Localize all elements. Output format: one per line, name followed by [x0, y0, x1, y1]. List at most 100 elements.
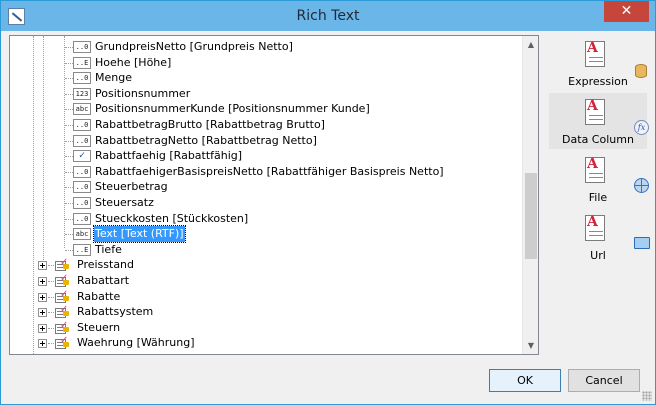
table-label: Rabattart: [77, 274, 130, 287]
field-row[interactable]: ..E Tiefe: [10, 242, 510, 258]
url-button[interactable]: A Url: [549, 209, 650, 265]
cancel-button[interactable]: Cancel: [568, 369, 640, 392]
tree-guide-line: [48, 296, 54, 298]
field-row[interactable]: 123 Positionsnummer: [10, 86, 510, 102]
tree-guide-line: [65, 156, 73, 158]
tree-guide-line: [48, 265, 54, 267]
tree-guide-line: [65, 140, 73, 142]
field-type-icon: ..0: [73, 181, 91, 194]
source-type-sidebar: A Expression Afx Data Column A File A Ur…: [549, 35, 650, 275]
resize-grip[interactable]: [642, 391, 652, 401]
scroll-thumb[interactable]: [525, 173, 537, 259]
field-type-icon: ..0: [73, 165, 91, 178]
field-row[interactable]: abc Text [Text (RTF)]: [10, 225, 510, 244]
field-type-icon: ..0: [73, 41, 91, 53]
tree-guide-line: [65, 109, 73, 111]
data-column-icon: Afx: [585, 99, 649, 135]
title-bar[interactable]: Rich Text ✕: [1, 1, 655, 31]
table-row[interactable]: ✓ Rabattsystem: [10, 304, 510, 320]
file-icon: A: [585, 157, 649, 193]
field-label: RabattbetragNetto [Rabattbetrag Netto]: [95, 133, 317, 147]
field-row[interactable]: ..0 RabattbetragBrutto [Rabattbetrag Brut…: [10, 117, 510, 133]
tree-guide-line: [65, 62, 73, 64]
table-label: Steuern: [77, 320, 121, 334]
ok-button[interactable]: OK: [489, 369, 561, 392]
field-label: Hoehe [Höhe]: [95, 55, 172, 69]
expand-icon[interactable]: [38, 308, 47, 318]
field-row[interactable]: ..0 Menge: [10, 70, 510, 86]
field-type-icon: abc: [73, 103, 91, 116]
scroll-down-arrow[interactable]: ▼: [523, 337, 538, 354]
table-row[interactable]: ✓ Rabattart: [10, 273, 510, 289]
field-label: Menge: [95, 71, 132, 85]
expand-icon[interactable]: [38, 277, 47, 286]
field-type-icon: ✓: [73, 150, 91, 163]
tree-guide-line: [65, 171, 73, 173]
expand-icon[interactable]: [38, 292, 47, 302]
table-icon: ✓: [55, 320, 70, 334]
tree-guide-line: [65, 203, 73, 204]
field-type-icon: ..0: [73, 212, 91, 225]
url-icon: A: [585, 215, 650, 249]
tree-guide-line: [65, 78, 73, 80]
field-label: Tiefe: [95, 242, 122, 256]
tree-guide-line: [65, 187, 73, 189]
field-label: Steuersatz: [95, 196, 154, 209]
tree-guide-line: [65, 47, 73, 48]
table-icon: ✓: [55, 258, 70, 272]
tree-guide-line: [65, 249, 73, 251]
field-row[interactable]: abc PositionsnummerKunde [Positionsnummer…: [10, 101, 510, 117]
field-type-icon: ..0: [73, 72, 91, 85]
table-row[interactable]: ✓ Steuern: [10, 320, 510, 336]
table-row[interactable]: ✓ Rabatte: [10, 289, 510, 305]
field-label-selected: Text [Text (RTF)]: [93, 225, 186, 244]
table-icon: ✓: [55, 289, 70, 303]
tree-guide-line: [65, 234, 73, 236]
field-type-icon: 123: [73, 87, 91, 100]
rich-text-dialog: Rich Text ✕ ..0 GrundpreisNetto [Grundpre…: [0, 0, 656, 405]
field-row[interactable]: ..0 RabattbetragNetto [Rabattbetrag Netto…: [10, 133, 510, 149]
field-type-icon: ..E: [73, 56, 91, 69]
field-label: PositionsnummerKunde [Positionsnummer Ku…: [95, 102, 370, 116]
tree-guide-line: [65, 218, 73, 220]
data-column-tree[interactable]: ..0 GrundpreisNetto [Grundpreis Netto] ..E…: [9, 35, 539, 355]
field-type-icon: ..0: [73, 134, 91, 147]
field-row[interactable]: ✓ Rabattfaehig [Rabattfähig]: [10, 148, 510, 164]
vertical-scrollbar[interactable]: ▲ ▼: [522, 36, 538, 354]
table-label: Rabatte: [77, 289, 121, 303]
field-row[interactable]: ..0 Steuerbetrag: [10, 179, 510, 195]
field-type-icon: ..0: [73, 119, 91, 131]
field-label: Positionsnummer: [95, 86, 191, 100]
tree-guide-line: [65, 125, 73, 126]
table-icon: ✓: [55, 274, 70, 287]
table-row[interactable]: ✓ Preisstand: [10, 257, 510, 273]
field-row[interactable]: ..0 RabattfaehigerBasispreisNetto [Rabatt…: [10, 164, 510, 180]
field-row[interactable]: ..0 Steuersatz: [10, 195, 510, 211]
expression-button[interactable]: A Expression: [549, 35, 647, 91]
close-button[interactable]: ✕: [604, 1, 649, 22]
expression-label: Expression: [568, 75, 628, 88]
file-button[interactable]: A File: [549, 151, 649, 207]
field-label: RabattfaehigerBasispreisNetto [Rabattfäh…: [95, 164, 444, 178]
scroll-up-arrow[interactable]: ▲: [523, 36, 538, 53]
expand-icon[interactable]: [38, 323, 47, 333]
expand-icon[interactable]: [38, 261, 47, 271]
window-title: Rich Text: [296, 8, 360, 24]
field-row[interactable]: ..E Hoehe [Höhe]: [10, 55, 510, 71]
table-label: Preisstand: [77, 258, 135, 272]
field-label: Steuerbetrag: [95, 180, 168, 194]
field-label: Rabattfaehig [Rabattfähig]: [95, 149, 243, 163]
table-icon: ✓: [55, 336, 70, 350]
expand-icon[interactable]: [38, 339, 47, 349]
table-icon: ✓: [55, 305, 70, 319]
data-column-button[interactable]: Afx Data Column: [549, 93, 649, 149]
url-label: Url: [590, 249, 606, 262]
field-type-icon: ..0: [73, 197, 91, 209]
field-label: RabattbetragBrutto [Rabattbetrag Brutto]: [95, 118, 325, 131]
field-row[interactable]: ..0 GrundpreisNetto [Grundpreis Netto]: [10, 39, 510, 55]
tree-guide-line: [48, 343, 54, 345]
table-row[interactable]: ✓ Waehrung [Währung]: [10, 335, 510, 351]
table-label: Waehrung [Währung]: [77, 336, 195, 350]
field-row[interactable]: ..0 Stueckkosten [Stückkosten]: [10, 211, 510, 227]
field-type-icon: abc: [73, 228, 91, 241]
